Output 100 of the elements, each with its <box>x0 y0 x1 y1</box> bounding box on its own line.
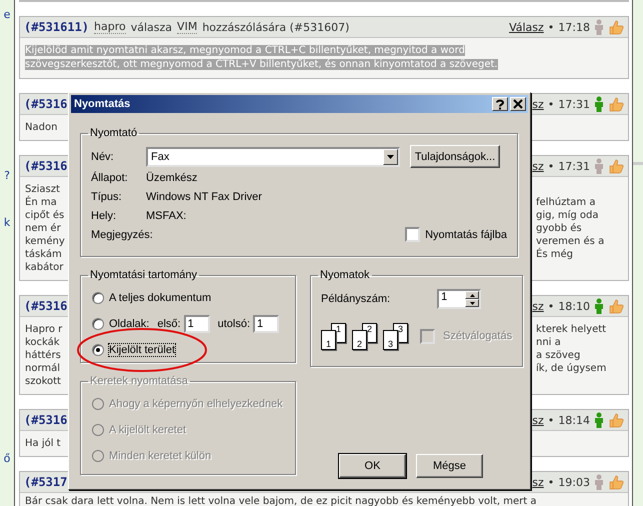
post-text: cipőt és <box>25 210 64 221</box>
thumbs-up-icon[interactable] <box>608 158 624 174</box>
post-text: gyobb és <box>536 222 583 235</box>
page-from-field[interactable]: 1 <box>184 315 210 333</box>
group-title: Nyomtatási tartomány <box>89 269 198 281</box>
post-time: 18:14 <box>558 414 590 426</box>
reply-link[interactable]: Válasz <box>509 20 544 34</box>
group-title: Nyomtató <box>89 127 138 139</box>
post-text: normál <box>25 363 60 374</box>
post-id: (#531611) <box>24 20 90 34</box>
info-label: Típus: <box>91 190 123 202</box>
separator: • <box>548 98 554 110</box>
separator: • <box>548 300 554 312</box>
post-id: (#5316 <box>24 299 68 313</box>
separator: • <box>548 414 554 426</box>
page-to-field[interactable]: 1 <box>253 315 280 333</box>
printer-dropdown[interactable]: Fax <box>146 146 400 166</box>
post-text: szövegszerkesztőt, ott megnyomod a CTRL+V billentyűket, és onnan kinyomtatod a szöveget. <box>25 59 498 70</box>
radio-button[interactable] <box>92 344 104 356</box>
checkbox[interactable] <box>405 227 420 242</box>
group-title: Keretek nyomtatása <box>89 375 189 387</box>
post-text: Én ma <box>25 197 57 208</box>
radio-label[interactable]: Oldalak: <box>109 318 150 330</box>
window-title: Nyomtatás <box>74 98 130 110</box>
thumbs-up-icon[interactable] <box>608 412 624 428</box>
post-text: Bár csak dara lett volna. Nem is lett volna vele bajom, de ez picit nagyobb és keményebb volt, mert a <box>25 496 536 506</box>
post-time: 18:10 <box>558 300 590 312</box>
checkbox-label[interactable]: Nyomtatás fájlba <box>425 228 507 240</box>
info-label: Állapot: <box>91 172 129 184</box>
post-text: nem ér <box>25 223 61 234</box>
post-text: kockák <box>25 337 60 348</box>
close-button[interactable] <box>510 97 526 111</box>
thumbs-up-icon[interactable] <box>608 96 624 112</box>
radio-button[interactable] <box>92 318 104 330</box>
post-text: kterek helyett <box>536 323 608 336</box>
post-text: nni a <box>536 336 562 349</box>
post-id: (#5317 <box>24 475 68 489</box>
post-text: Hapro r <box>25 324 62 335</box>
post-text: ík, de úgysem <box>536 362 608 375</box>
post-time: 19:03 <box>558 476 590 488</box>
thumbs-up-icon[interactable] <box>608 19 624 35</box>
post-text: kemény <box>25 236 65 247</box>
post-text: Ha jól t <box>25 438 61 449</box>
field-label: utolsó: <box>218 318 250 330</box>
post-text: felhúztam a <box>536 196 596 209</box>
thumbs-up-icon[interactable] <box>608 474 624 490</box>
radio-label[interactable]: Kijelölt terület <box>109 344 176 356</box>
collate-page: 3 <box>383 330 398 350</box>
author-link[interactable]: VIM <box>177 20 198 34</box>
post-id: (#5316 <box>24 97 68 111</box>
reply-link[interactable]: sz <box>532 476 544 488</box>
radio-label[interactable]: A teljes dokumentum <box>109 292 212 304</box>
post-text: És még <box>536 248 574 261</box>
header-text: válasza <box>130 20 172 34</box>
separator: • <box>548 476 554 488</box>
group-title: Nyomatok <box>319 269 371 281</box>
field-label: Név: <box>91 150 115 162</box>
post-time: 17:18 <box>558 20 590 34</box>
separator: • <box>548 160 554 172</box>
separator: • <box>548 20 554 34</box>
post-text: veremen és a <box>536 235 606 248</box>
dialog-button[interactable]: Mégse <box>416 454 483 478</box>
post-text: kabátor <box>25 262 64 273</box>
dialog-button[interactable]: OK <box>339 454 406 478</box>
reply-link[interactable]: sz <box>532 414 544 426</box>
post-text: Nadon <box>25 122 58 133</box>
caret-icon <box>387 154 394 158</box>
reply-link[interactable]: sz <box>532 160 544 172</box>
help-button[interactable] <box>492 97 508 111</box>
post-text: Sziaszt <box>25 184 60 195</box>
post-text: szokott <box>25 376 61 387</box>
thumbs-up-icon[interactable] <box>608 298 624 314</box>
info-value: Üzemkész <box>146 172 198 184</box>
info-label: Megjegyzés: <box>91 228 153 240</box>
info-value: Windows NT Fax Driver <box>146 190 263 202</box>
reply-link[interactable]: sz <box>532 300 544 312</box>
author-link[interactable]: hapro <box>94 20 126 34</box>
post-text: háttérs <box>25 350 61 361</box>
field-label: Példányszám: <box>321 293 390 305</box>
sidebar-link[interactable]: k <box>4 216 10 229</box>
collate-page: 2 <box>352 330 367 350</box>
info-value: MSFAX: <box>146 210 188 222</box>
post-text: Kijelölöd amit nyomtatni akarsz, megnyomod a CTRL+C billentyűket, megnyitod a word <box>25 45 465 56</box>
post-text: táskám <box>25 249 62 260</box>
radio-button[interactable] <box>92 292 104 304</box>
sidebar-link[interactable]: ő <box>4 452 10 465</box>
copies-spinner[interactable]: 1 <box>437 289 482 309</box>
field-label: első: <box>157 318 181 330</box>
post-time: 17:31 <box>558 98 590 110</box>
close-icon <box>513 99 523 109</box>
reply-link[interactable]: sz <box>532 98 544 110</box>
post-time: 17:31 <box>558 160 590 172</box>
info-label: Hely: <box>91 210 118 222</box>
collate-page: 1 <box>321 330 336 350</box>
post-id: (#5316 <box>24 413 68 427</box>
post-text: a szöveg <box>536 349 582 362</box>
sidebar-link[interactable]: ? <box>4 169 10 182</box>
sidebar-link[interactable]: e <box>4 8 10 21</box>
header-text: hozzászólására (#531607) <box>202 20 350 34</box>
properties-button[interactable]: Tulajdonságok... <box>410 145 500 168</box>
